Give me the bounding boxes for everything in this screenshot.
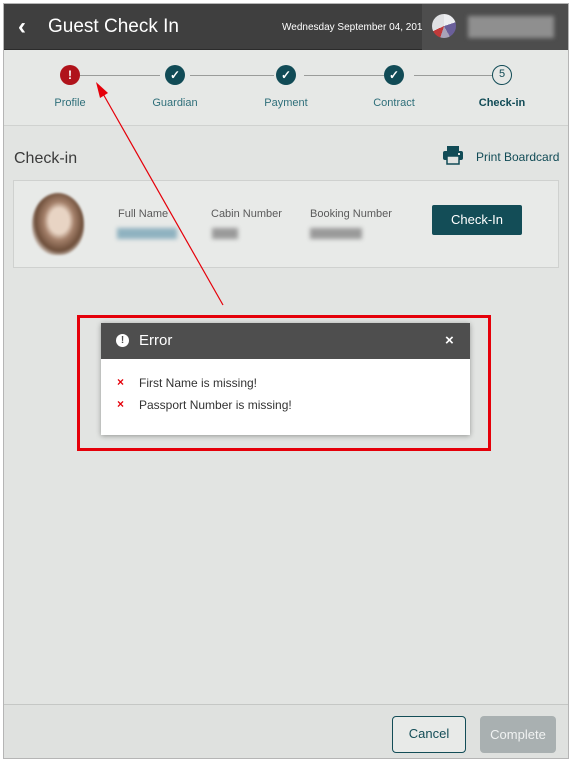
section-title: Check-in xyxy=(14,150,78,167)
user-name-redacted xyxy=(468,16,554,38)
print-boardcard-label: Print Boardcard xyxy=(476,150,560,164)
step-label: Profile xyxy=(54,97,86,109)
check-in-button[interactable]: Check-In xyxy=(432,205,522,235)
back-button[interactable]: ‹ xyxy=(12,15,32,39)
error-x-icon: × xyxy=(117,397,125,411)
booking-number-label: Booking Number xyxy=(310,208,392,220)
error-message: First Name is missing! xyxy=(139,376,258,390)
check-icon: ✓ xyxy=(384,65,404,85)
check-icon: ✓ xyxy=(276,65,296,85)
step-guardian[interactable]: ✓ Guardian xyxy=(125,50,225,126)
cabin-number-value-redacted xyxy=(212,228,238,239)
step-contract[interactable]: ✓ Contract xyxy=(344,50,444,126)
cabin-number-label: Cabin Number xyxy=(211,208,282,220)
close-icon[interactable]: × xyxy=(445,332,454,349)
alert-icon: ! xyxy=(116,334,129,347)
error-message: Passport Number is missing! xyxy=(139,398,292,412)
check-icon: ✓ xyxy=(165,65,185,85)
page-title: Guest Check In xyxy=(48,16,179,37)
booking-number-value-redacted xyxy=(310,228,362,239)
dialog-title: Error xyxy=(139,332,173,349)
step-profile[interactable]: ! Profile xyxy=(20,50,120,126)
avatar xyxy=(432,14,456,38)
app-header: ‹ Guest Check In Wednesday September 04,… xyxy=(4,4,568,50)
printer-icon xyxy=(443,146,463,165)
guest-photo xyxy=(32,193,84,255)
step-label: Contract xyxy=(373,97,415,109)
footer-bar: Cancel Complete xyxy=(4,704,568,758)
full-name-label: Full Name xyxy=(118,208,169,220)
step-check-in[interactable]: 5 Check-in xyxy=(452,50,552,126)
dialog-header: ! Error × xyxy=(101,323,470,359)
header-date: Wednesday September 04, 2019 xyxy=(282,22,429,33)
error-icon: ! xyxy=(60,65,80,85)
error-x-icon: × xyxy=(117,375,125,389)
step-payment[interactable]: ✓ Payment xyxy=(236,50,336,126)
step-label: Check-in xyxy=(478,97,526,109)
chevron-left-icon: ‹ xyxy=(18,13,26,40)
error-dialog: ! Error × × First Name is missing! × Pas… xyxy=(101,323,470,435)
full-name-value-redacted xyxy=(117,228,177,239)
step-label: Guardian xyxy=(152,97,198,109)
cancel-button[interactable]: Cancel xyxy=(392,716,466,753)
step-label: Payment xyxy=(264,97,308,109)
step-number-icon: 5 xyxy=(492,65,512,85)
progress-stepper: ! Profile ✓ Guardian ✓ Payment ✓ Contrac… xyxy=(4,50,568,126)
user-menu[interactable] xyxy=(422,4,568,50)
complete-button[interactable]: Complete xyxy=(480,716,556,753)
guest-card: Full Name Cabin Number Booking Number Ch… xyxy=(13,180,559,268)
